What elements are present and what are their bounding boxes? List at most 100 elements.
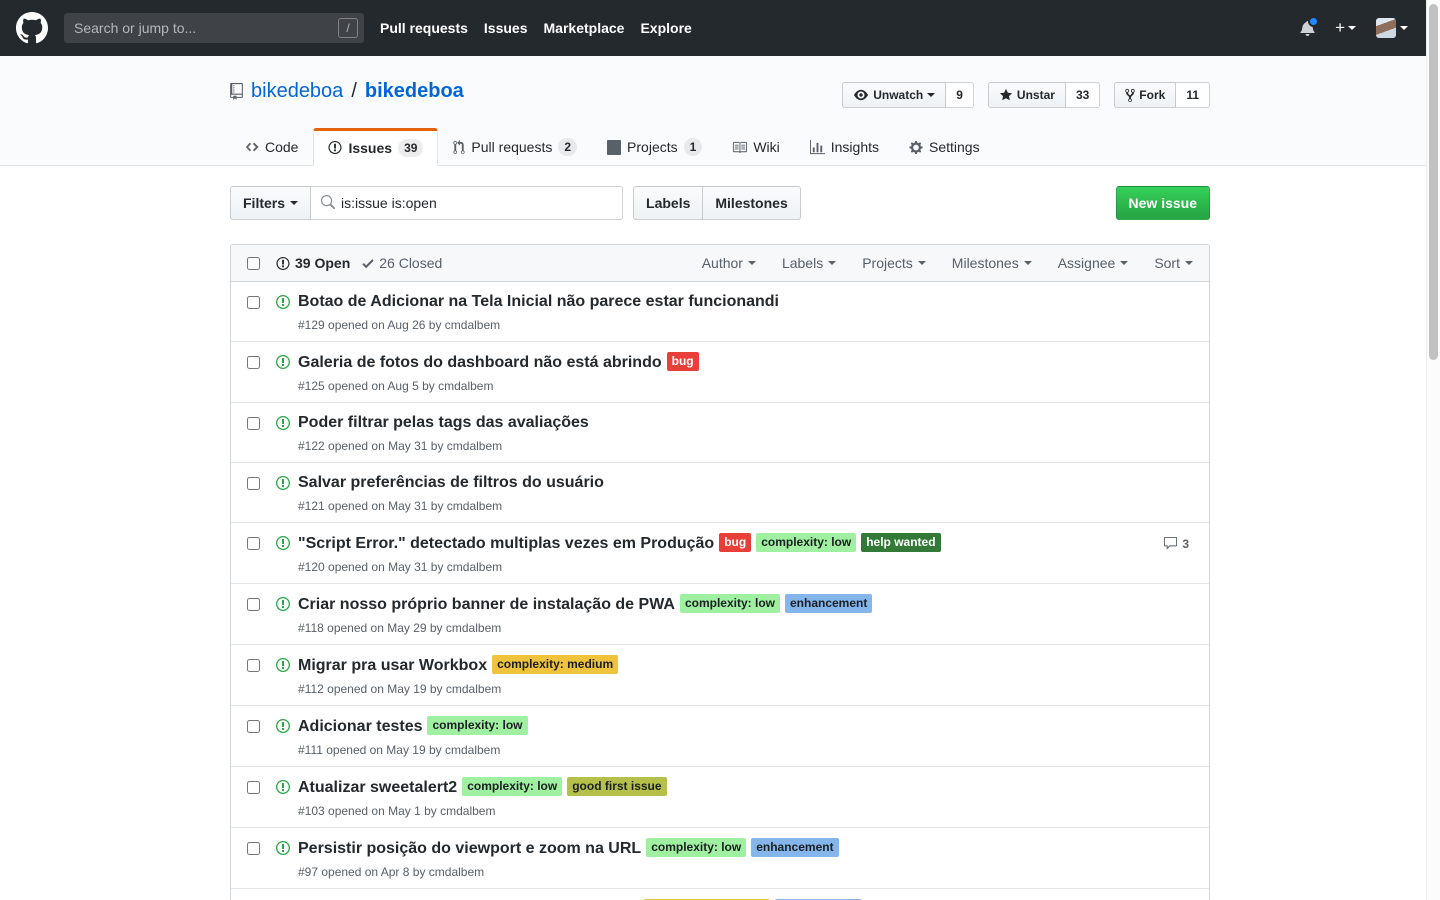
issue-checkbox[interactable]	[247, 356, 260, 369]
issue-checkbox[interactable]	[247, 659, 260, 672]
open-issues-filter[interactable]: 39 Open	[276, 255, 350, 271]
repo-owner-link[interactable]: bikedeboa	[251, 80, 343, 103]
filters-label: Filters	[243, 193, 285, 213]
issue-title[interactable]: Salvar preferências de filtros do usuári…	[298, 474, 604, 491]
label-enhancement[interactable]: enhancement	[751, 838, 838, 857]
list-filter-dropdowns: Author Labels Projects Milestones Assign…	[702, 255, 1193, 271]
chevron-down-icon	[1185, 261, 1193, 269]
repo-tabs: Code Issues 39 Pull requests 2 Projects …	[230, 128, 1210, 165]
unstar-button[interactable]: Unstar	[988, 82, 1066, 108]
dropdown-label: Author	[702, 255, 743, 271]
issues-search-input[interactable]	[311, 186, 623, 220]
browser-scrollbar[interactable]	[1426, 0, 1440, 900]
tab-projects[interactable]: Projects 1	[592, 128, 717, 165]
tab-label: Pull requests	[471, 139, 552, 155]
milestones-button[interactable]: Milestones	[703, 186, 800, 220]
issue-row: Poder filtrar pelas tags das avaliações …	[231, 403, 1209, 463]
labels-button[interactable]: Labels	[633, 186, 703, 220]
issue-title[interactable]: Poder filtrar pelas tags das avaliações	[298, 414, 589, 431]
issue-checkbox[interactable]	[247, 296, 260, 309]
issue-title[interactable]: Adicionar testes	[298, 718, 422, 735]
label-enhancement[interactable]: enhancement	[785, 594, 872, 613]
issue-title[interactable]: Persistir posição do viewport e zoom na …	[298, 840, 641, 857]
tab-settings[interactable]: Settings	[894, 128, 995, 165]
label-help-wanted[interactable]: help wanted	[861, 533, 940, 552]
tab-insights[interactable]: Insights	[795, 128, 894, 165]
issue-title[interactable]: Atualizar sweetalert2	[298, 779, 457, 796]
label-complexity-low[interactable]: complexity: low	[756, 533, 856, 552]
new-issue-button[interactable]: New issue	[1116, 186, 1210, 220]
tab-code[interactable]: Code	[230, 128, 313, 165]
tab-issues[interactable]: Issues 39	[313, 128, 438, 166]
stars-count[interactable]: 33	[1066, 82, 1100, 108]
projects-dropdown[interactable]: Projects	[862, 255, 926, 271]
tab-pull-requests[interactable]: Pull requests 2	[438, 128, 592, 165]
issue-title[interactable]: Criar nosso próprio banner de instalação…	[298, 596, 675, 613]
issue-opened-icon	[276, 294, 290, 310]
avatar	[1376, 18, 1396, 38]
label-complexity-low[interactable]: complexity: low	[427, 716, 527, 735]
nav-pull-requests[interactable]: Pull requests	[380, 20, 468, 36]
issue-checkbox[interactable]	[247, 781, 260, 794]
issue-list: Botao de Adicionar na Tela Inicial não p…	[231, 282, 1209, 900]
issue-title[interactable]: "Script Error." detectado multiplas veze…	[298, 535, 714, 552]
issue-title[interactable]: Galeria de fotos do dashboard não está a…	[298, 354, 662, 371]
watch-group: Unwatch 9	[842, 82, 974, 108]
user-menu[interactable]	[1376, 18, 1408, 38]
issue-checkbox[interactable]	[247, 417, 260, 430]
nav-issues[interactable]: Issues	[484, 20, 528, 36]
issue-title[interactable]: Botao de Adicionar na Tela Inicial não p…	[298, 293, 779, 310]
repo-name-link[interactable]: bikedeboa	[365, 80, 464, 103]
label-complexity-low[interactable]: complexity: low	[462, 777, 562, 796]
chevron-down-icon	[748, 261, 756, 269]
author-dropdown[interactable]: Author	[702, 255, 756, 271]
gear-icon	[909, 140, 923, 155]
forks-count[interactable]: 11	[1176, 82, 1210, 108]
issue-checkbox[interactable]	[247, 720, 260, 733]
select-all-checkbox[interactable]	[247, 257, 260, 270]
label-good-first-issue[interactable]: good first issue	[567, 777, 666, 796]
scrollbar-thumb[interactable]	[1429, 4, 1438, 360]
issue-row: Salvar preferências de filtros do usuári…	[231, 463, 1209, 523]
labels-dropdown[interactable]: Labels	[782, 255, 836, 271]
filters-dropdown[interactable]: Filters	[230, 186, 311, 220]
nav-marketplace[interactable]: Marketplace	[544, 20, 625, 36]
notifications-bell-icon[interactable]	[1300, 20, 1315, 36]
github-logo-icon[interactable]	[16, 12, 48, 44]
watchers-count[interactable]: 9	[946, 82, 974, 108]
graph-icon	[810, 140, 825, 155]
label-bug[interactable]: bug	[667, 352, 699, 371]
issue-checkbox[interactable]	[247, 537, 260, 550]
sort-dropdown[interactable]: Sort	[1154, 255, 1193, 271]
nav-explore[interactable]: Explore	[640, 20, 691, 36]
assignee-dropdown[interactable]: Assignee	[1058, 255, 1129, 271]
fork-group: Fork 11	[1114, 82, 1210, 108]
issue-main: Adicionar testescomplexity: low #111 ope…	[298, 716, 1193, 758]
tab-label: Code	[265, 139, 298, 155]
unwatch-button[interactable]: Unwatch	[842, 82, 946, 108]
chevron-down-icon	[1024, 261, 1032, 269]
issue-row: Adicionar testescomplexity: low #111 ope…	[231, 706, 1209, 767]
issue-checkbox[interactable]	[247, 842, 260, 855]
tab-wiki[interactable]: Wiki	[717, 128, 794, 165]
global-search-input[interactable]	[64, 13, 364, 43]
issue-title[interactable]: Migrar pra usar Workbox	[298, 657, 487, 674]
issue-checkbox[interactable]	[247, 477, 260, 490]
fork-label: Fork	[1139, 86, 1165, 104]
label-bug[interactable]: bug	[719, 533, 751, 552]
repo-social-actions: Unwatch 9 Unstar 33 Fork	[842, 82, 1210, 108]
create-new-menu[interactable]: +	[1335, 18, 1356, 38]
fork-button[interactable]: Fork	[1114, 82, 1176, 108]
label-complexity-low[interactable]: complexity: low	[646, 838, 746, 857]
issue-checkbox[interactable]	[247, 598, 260, 611]
issues-count-badge: 39	[398, 139, 423, 157]
issue-comments[interactable]: 3	[1163, 536, 1189, 551]
closed-issues-filter[interactable]: 26 Closed	[362, 255, 442, 271]
dropdown-label: Milestones	[952, 255, 1019, 271]
issue-opened-icon	[276, 415, 290, 431]
issue-labels: bug	[662, 354, 699, 371]
label-complexity-low[interactable]: complexity: low	[680, 594, 780, 613]
label-complexity-medium[interactable]: complexity: medium	[492, 655, 618, 674]
milestones-dropdown[interactable]: Milestones	[952, 255, 1032, 271]
issue-main: Galeria de fotos do dashboard não está a…	[298, 352, 1193, 394]
